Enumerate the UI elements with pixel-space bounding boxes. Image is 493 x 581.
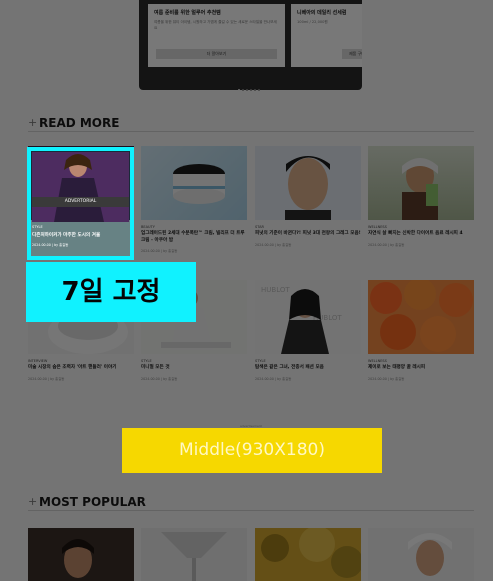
promo-card-desc: 100ml / 22,000원 [297,20,328,24]
cream-jar-image [173,164,225,204]
portrait-image [285,156,331,220]
article-category: STAR [255,225,264,229]
promo-card-desc: 여름을 위한 뷰티 아이템, 시원하고 가볍게 즐길 수 있는 새로운 스타일을… [154,20,277,30]
drink-photo-image [402,158,438,220]
popular-image[interactable] [255,528,361,581]
article-category: STYLE [32,225,43,229]
carousel-dot[interactable] [238,89,240,91]
svg-text:HUBLOT: HUBLOT [261,286,290,294]
article-title[interactable]: 미니멀 모든 것 [141,365,247,372]
foliage-image [261,528,361,578]
promo-card-title: 니베아의 데일리 선세럼 [297,10,347,16]
carousel-dot[interactable] [258,89,260,91]
article-title[interactable]: 피넛의 기준이 바뀐다?! 피넛 3대 천왕의 그레그 모음! [255,231,361,238]
featured-article-text[interactable]: STYLE 디즌처하이커가 마주한 도시의 겨울 2024.00.00 | by… [32,225,129,247]
article-category: STYLE [255,359,266,363]
popular-image[interactable] [141,528,247,581]
article-title[interactable]: 미술 시장의 숨은 조력자 '아트 핸들러' 이야기 [28,365,134,372]
carousel-dot[interactable] [246,89,248,91]
article-title[interactable]: 자연식 살 빠지는 신박한 다이어트 음료 레시피 4 [368,231,474,238]
portrait-image [408,533,452,576]
article-card[interactable]: BEAUTY 업그레이드된 2세대 수분폭탄™ 크림, 빌리프 더 트루 크림 … [141,146,247,253]
article-card[interactable]: WELLNESS 제이로 보는 태평양 꿀 레시피 2024.00.00 | b… [368,280,474,381]
article-card[interactable]: WELLNESS 자연식 살 빠지는 신박한 다이어트 음료 레시피 4 202… [368,146,474,247]
article-title[interactable]: 제이로 보는 태평양 꿀 레시피 [368,365,474,372]
carousel-dot[interactable] [254,89,256,91]
article-image[interactable] [141,146,247,220]
promo-card[interactable]: 니베아의 데일리 선세럼 100ml / 22,000원 제품 구매 [291,4,362,67]
fruit-image [370,280,473,352]
popular-image[interactable] [368,528,474,581]
middle-ad-banner[interactable]: Middle(930X180) [122,428,382,473]
article-category: INTERVIEW [28,359,48,363]
article-date: 2024.00.00 | by 홍길동 [32,243,69,247]
popular-card[interactable] [368,528,474,581]
article-card[interactable]: STAR 피넛의 기준이 바뀐다?! 피넛 3대 천왕의 그레그 모음! 202… [255,146,361,247]
article-date: 2024.00.00 | by 홍길동 [368,242,405,247]
carousel-dot[interactable] [242,89,244,91]
promo-card[interactable]: 여름 준비를 위한 얼루어 추천템 여름을 위한 뷰티 아이템, 시원하고 가볍… [148,4,285,67]
glass-image [161,532,227,581]
popular-image[interactable] [28,528,134,581]
plus-icon: + [28,116,38,129]
article-date: 2024.00.00 | by 홍길동 [28,376,65,381]
advertorial-badge: ADVERTORIAL [32,197,129,207]
featured-article-image[interactable]: ADVERTORIAL [32,152,129,222]
section-title: READ MORE [39,116,120,130]
article-image[interactable]: HUBLOT HUBLOT [255,280,361,354]
section-title: MOST POPULAR [39,495,146,509]
promo-carousel[interactable]: 여름 준비를 위한 얼루어 추천템 여름을 위한 뷰티 아이템, 시원하고 가볍… [139,0,362,91]
article-category: BEAUTY [141,225,155,229]
article-date: 2024.00.00 | by 홍길동 [141,376,178,381]
carousel-dots[interactable] [237,76,261,91]
article-date: 2024.00.00 | by 홍길동 [255,376,292,381]
advertorial-image [32,152,129,222]
carousel-dot[interactable] [250,89,252,91]
article-title[interactable]: 업그레이드된 2세대 수분폭탄™ 크림, 빌리프 더 트루 크림 - 아쿠아 밤 [141,231,247,244]
article-card[interactable]: HUBLOT HUBLOT STYLE 탐색은 같은 그녀, 전종서 패션 모음… [255,280,361,381]
article-image[interactable] [368,280,474,354]
article-date: 2024.00.00 | by 홍길동 [141,249,178,253]
popular-card[interactable] [141,528,247,581]
promo-buy-button[interactable]: 제품 구매 [342,49,362,59]
plus-icon: + [28,495,38,508]
article-category: STYLE [141,359,152,363]
fashion-image: HUBLOT HUBLOT [261,286,342,354]
article-title[interactable]: 디즌처하이커가 마주한 도시의 겨울 [32,232,129,238]
article-category: WELLNESS [368,359,387,363]
article-image[interactable] [255,146,361,220]
read-more-header: + READ MORE [28,116,474,132]
article-title[interactable]: 탐색은 같은 그녀, 전종서 패션 모음 [255,365,361,372]
article-category: WELLNESS [368,225,387,229]
article-date: 2024.00.00 | by 홍길동 [368,376,405,381]
popular-card[interactable] [28,528,134,581]
article-image[interactable] [368,146,474,220]
popular-card[interactable] [255,528,361,581]
promo-card-title: 여름 준비를 위한 얼루어 추천템 [154,10,221,16]
most-popular-header: + MOST POPULAR [28,495,474,511]
promo-more-button[interactable]: 더 알아보기 [156,49,277,59]
article-date: 2024.00.00 | by 홍길동 [255,242,292,247]
pinned-7-days-label: 7일 고정 [26,262,196,322]
portrait-image [62,539,94,578]
